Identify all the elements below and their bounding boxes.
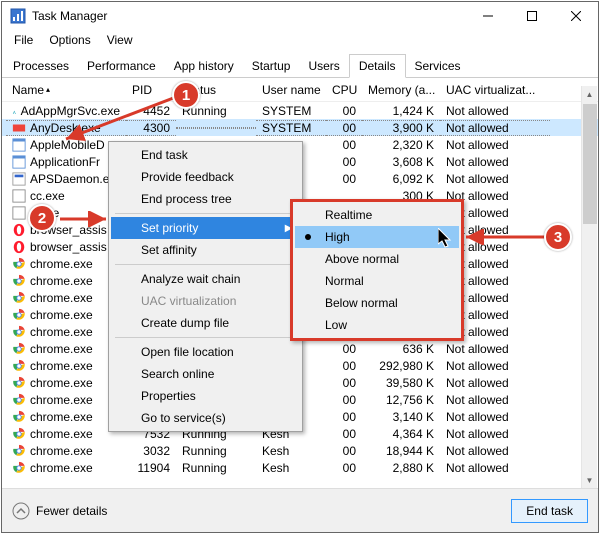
menu-item-set-affinity[interactable]: Set affinity	[111, 239, 300, 261]
menu-item-set-priority[interactable]: Set priority▶	[111, 217, 300, 239]
annotation-badge-3: 3	[544, 223, 572, 251]
process-icon	[12, 138, 26, 152]
process-icon	[12, 444, 26, 458]
process-icon	[12, 206, 26, 220]
fewer-details-button[interactable]: Fewer details	[12, 502, 107, 520]
process-icon	[12, 427, 26, 441]
priority-below-normal[interactable]: Below normal	[295, 292, 459, 314]
menu-item-uac-virtualization: UAC virtualization	[111, 290, 300, 312]
process-icon	[12, 223, 26, 237]
table-row[interactable]: AdAppMgrSvc.exe 4452 Running SYSTEM 00 1…	[2, 102, 598, 119]
menu-item-open-file-location[interactable]: Open file location	[111, 341, 300, 363]
context-menu: End taskProvide feedbackEnd process tree…	[108, 141, 303, 432]
process-icon	[12, 393, 26, 407]
menu-item-search-online[interactable]: Search online	[111, 363, 300, 385]
titlebar: Task Manager	[2, 2, 598, 30]
menubar: File Options View	[2, 30, 598, 50]
tab-users[interactable]: Users	[299, 55, 348, 77]
menu-item-properties[interactable]: Properties	[111, 385, 300, 407]
menu-file[interactable]: File	[6, 31, 41, 49]
menu-separator	[115, 213, 296, 214]
table-row[interactable]: AnyDesk.exe 4300 SYSTEM 00 3,900 K Not a…	[2, 119, 598, 136]
annotation-badge-1: 1	[172, 81, 200, 109]
menu-separator	[115, 264, 296, 265]
priority-realtime[interactable]: Realtime	[295, 204, 459, 226]
priority-high[interactable]: High	[295, 226, 459, 248]
process-icon	[12, 308, 26, 322]
priority-low[interactable]: Low	[295, 314, 459, 336]
process-icon	[12, 257, 26, 271]
menu-item-create-dump-file[interactable]: Create dump file	[111, 312, 300, 334]
menu-item-provide-feedback[interactable]: Provide feedback	[111, 166, 300, 188]
scroll-up-icon[interactable]: ▲	[582, 86, 597, 102]
app-icon	[10, 8, 26, 24]
col-uac[interactable]: UAC virtualizat...	[440, 79, 550, 101]
priority-above-normal[interactable]: Above normal	[295, 248, 459, 270]
menu-view[interactable]: View	[99, 31, 141, 49]
menu-item-end-process-tree[interactable]: End process tree	[111, 188, 300, 210]
menu-item-end-task[interactable]: End task	[111, 144, 300, 166]
end-task-button[interactable]: End task	[511, 499, 588, 523]
process-icon	[12, 325, 26, 339]
menu-item-go-to-service-s-[interactable]: Go to service(s)	[111, 407, 300, 429]
col-pid[interactable]: PID	[126, 79, 176, 101]
bullet-icon	[305, 234, 311, 240]
process-icon	[12, 121, 26, 135]
tab-startup[interactable]: Startup	[243, 55, 300, 77]
process-icon	[12, 342, 26, 356]
menu-item-analyze-wait-chain[interactable]: Analyze wait chain	[111, 268, 300, 290]
footer: Fewer details End task	[2, 488, 598, 532]
process-icon	[12, 172, 26, 186]
col-user[interactable]: User name	[256, 79, 326, 101]
tabs: Processes Performance App history Startu…	[2, 50, 598, 78]
menu-options[interactable]: Options	[41, 31, 98, 49]
table-row[interactable]: chrome.exe 11904 Running Kesh 00 2,880 K…	[2, 459, 598, 476]
col-cpu[interactable]: CPU	[326, 79, 362, 101]
tab-processes[interactable]: Processes	[4, 55, 78, 77]
process-icon	[12, 189, 26, 203]
minimize-button[interactable]	[466, 2, 510, 30]
window-title: Task Manager	[32, 9, 107, 23]
tab-app-history[interactable]: App history	[165, 55, 243, 77]
process-icon	[12, 359, 26, 373]
table-row[interactable]: chrome.exe 3032 Running Kesh 00 18,944 K…	[2, 442, 598, 459]
tab-services[interactable]: Services	[406, 55, 470, 77]
tab-performance[interactable]: Performance	[78, 55, 165, 77]
process-icon	[12, 376, 26, 390]
close-button[interactable]	[554, 2, 598, 30]
maximize-button[interactable]	[510, 2, 554, 30]
process-icon	[12, 155, 26, 169]
col-name[interactable]: Name▴	[6, 79, 126, 101]
process-icon	[12, 291, 26, 305]
menu-separator	[115, 337, 296, 338]
chevron-up-circle-icon	[12, 502, 30, 520]
scroll-thumb[interactable]	[583, 104, 597, 224]
process-icon	[12, 240, 26, 254]
priority-normal[interactable]: Normal	[295, 270, 459, 292]
process-icon	[12, 410, 26, 424]
sort-caret-icon: ▴	[46, 85, 50, 94]
scrollbar[interactable]: ▲ ▼	[581, 86, 597, 488]
priority-submenu: RealtimeHighAbove normalNormalBelow norm…	[290, 199, 464, 341]
tab-details[interactable]: Details	[349, 54, 406, 78]
annotation-badge-2: 2	[28, 204, 56, 232]
col-mem[interactable]: Memory (a...	[362, 79, 440, 101]
scroll-down-icon[interactable]: ▼	[582, 472, 597, 488]
column-headers: Name▴ PID Status User name CPU Memory (a…	[2, 78, 598, 102]
process-icon	[12, 274, 26, 288]
process-icon	[12, 461, 26, 475]
process-icon	[12, 104, 17, 118]
